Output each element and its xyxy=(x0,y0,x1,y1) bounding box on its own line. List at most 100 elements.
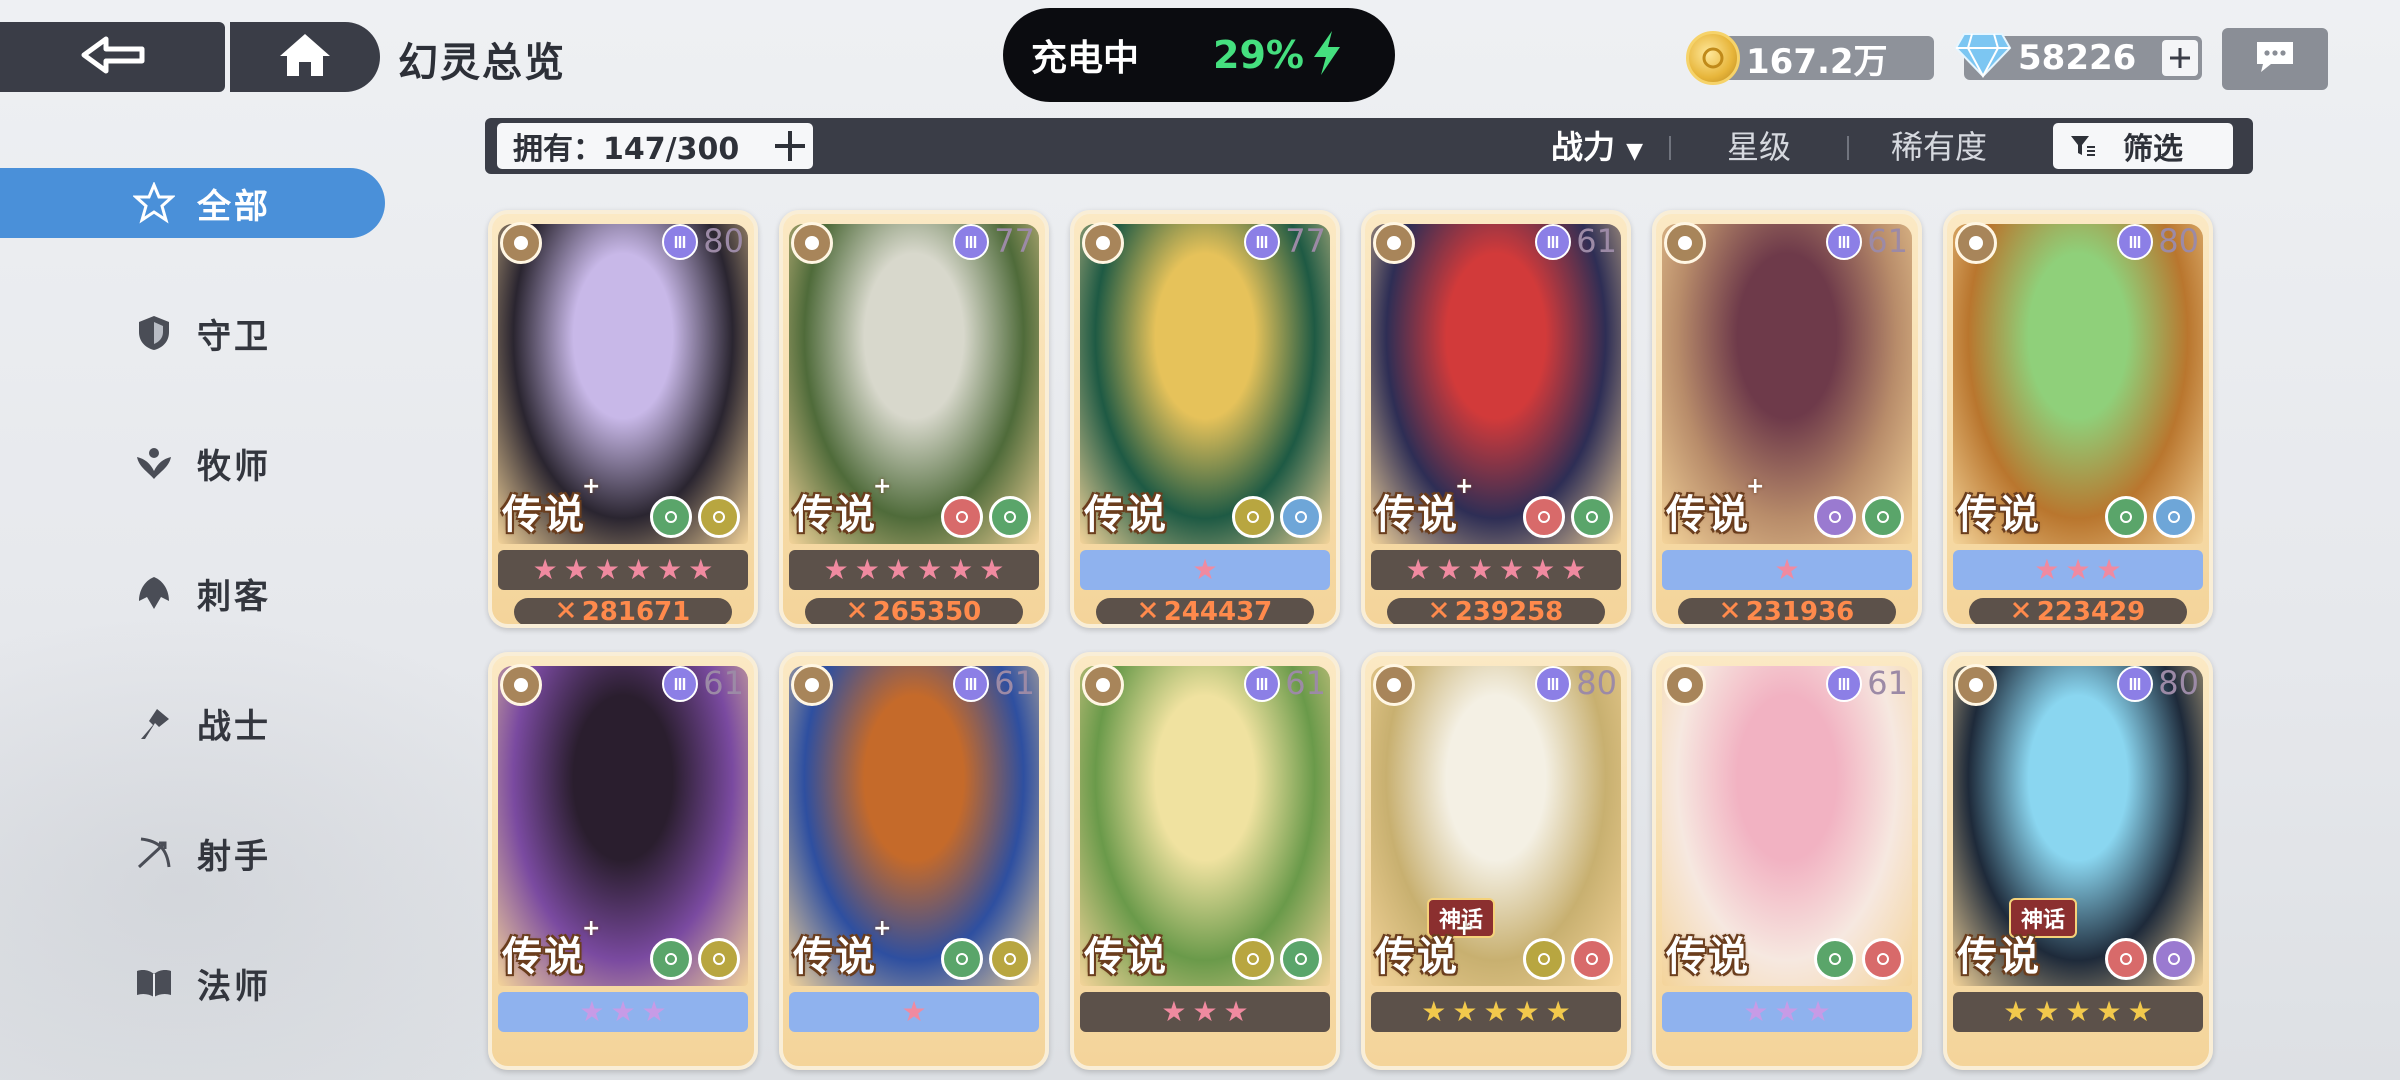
back-button[interactable] xyxy=(0,22,225,92)
leaf-element-icon xyxy=(1280,938,1322,980)
star-rating: ★ ★ ★ xyxy=(1080,992,1330,1032)
sidebar-item-label: 战士 xyxy=(197,706,271,747)
star-icon: ★ xyxy=(1421,995,1447,1028)
hero-card[interactable]: 77 传说 + ★ ★ ★ ★ ★ ★ 265350 xyxy=(779,210,1049,628)
sort-power-label: 战力 xyxy=(1551,128,1616,166)
awakening-level-icon xyxy=(1535,224,1571,260)
swirl-element-icon xyxy=(2105,938,2147,980)
hero-card[interactable]: 61 传说 + ★ ★ ★ xyxy=(488,652,758,1070)
rarity-plus: + xyxy=(873,474,892,499)
hero-level: 61 xyxy=(1576,222,1617,260)
sidebar-item-mage[interactable]: 法师 xyxy=(0,948,385,1018)
sidebar-item-label: 牧师 xyxy=(197,446,271,487)
star-icon: ★ xyxy=(1499,553,1525,586)
hero-card[interactable]: 80 神话 传说 + ★ ★ ★ ★ ★ xyxy=(1361,652,1631,1070)
hero-card[interactable]: 77 传说 ★ 244437 xyxy=(1070,210,1340,628)
hero-card[interactable]: 61 传说 + ★ xyxy=(779,652,1049,1070)
star-icon: ★ xyxy=(2003,995,2029,1028)
star-rating: ★ ★ ★ ★ ★ ★ xyxy=(789,550,1039,590)
star-icon: ★ xyxy=(1561,553,1587,586)
rarity-label: 传说 xyxy=(1084,492,1168,538)
star-icon: ★ xyxy=(2096,995,2122,1028)
gem-currency[interactable]: 58226 xyxy=(1954,32,2202,80)
star-icon: ★ xyxy=(1530,553,1556,586)
sidebar-item-label: 射手 xyxy=(197,836,271,877)
assassin-icon xyxy=(1664,222,1706,264)
home-button[interactable] xyxy=(230,22,380,92)
rarity-label: 传说 xyxy=(1375,934,1459,980)
page-title: 幻灵总览 xyxy=(398,40,566,86)
leaf-element-icon xyxy=(2105,496,2147,538)
star-icon: ★ xyxy=(1192,553,1218,586)
charging-label: 充电中 xyxy=(1031,38,1140,79)
star-icon: ★ xyxy=(917,553,943,586)
hero-level: 80 xyxy=(1576,664,1617,702)
sidebar-item-guard[interactable]: 守卫 xyxy=(0,298,385,368)
star-icon: ★ xyxy=(1774,553,1800,586)
divider xyxy=(1847,136,1849,160)
chat-bubble-icon xyxy=(2253,38,2297,80)
star-icon: ★ xyxy=(1192,995,1218,1028)
sort-by-rarity[interactable]: 稀有度 xyxy=(1891,122,1987,168)
shield-icon xyxy=(133,312,175,354)
combat-power: 281671 xyxy=(514,597,732,624)
priest-icon xyxy=(1082,664,1124,706)
rarity-plus: + xyxy=(873,916,892,941)
star-icon: ★ xyxy=(979,553,1005,586)
blue-gem-icon xyxy=(1954,30,2012,87)
combat-power: 244437 xyxy=(1096,597,1314,627)
swirl-element-icon xyxy=(1862,938,1904,980)
rarity-label: 传说 xyxy=(502,934,586,980)
book-icon xyxy=(1955,222,1997,264)
rarity-label: 传说 xyxy=(502,492,586,538)
hero-level: 80 xyxy=(2158,222,2199,260)
sidebar-item-warrior[interactable]: 战士 xyxy=(0,688,385,758)
hero-card[interactable]: 80 神话 传说 ★ ★ ★ ★ ★ xyxy=(1943,652,2213,1070)
owned-count-box[interactable]: 拥有：147/300 xyxy=(497,123,813,169)
star-icon: ★ xyxy=(2065,995,2091,1028)
frost-element-icon xyxy=(1280,496,1322,538)
rarity-label: 传说 xyxy=(1666,934,1750,980)
book-icon xyxy=(500,222,542,264)
sidebar-item-all[interactable]: 全部 xyxy=(0,168,385,238)
star-icon: ★ xyxy=(854,553,880,586)
star-icon: ★ xyxy=(657,553,683,586)
wing-element-icon xyxy=(698,938,740,980)
sort-by-star[interactable]: 星级 xyxy=(1727,122,1791,168)
star-icon: ★ xyxy=(610,995,636,1028)
hero-card[interactable]: 61 传说 ★ ★ ★ xyxy=(1652,652,1922,1070)
priest-icon xyxy=(1664,664,1706,706)
sidebar-item-priest[interactable]: 牧师 xyxy=(0,428,385,498)
warrior-icon xyxy=(1373,222,1415,264)
star-icon: ★ xyxy=(823,553,849,586)
combat-power-value: 244437 xyxy=(1163,597,1273,627)
filter-button[interactable]: 筛选 xyxy=(2053,123,2233,169)
sidebar-item-archer[interactable]: 射手 xyxy=(0,818,385,888)
wing-element-icon xyxy=(1523,938,1565,980)
hero-card[interactable]: 61 传说 + ★ 231936 xyxy=(1652,210,1922,628)
rarity-label: 传说 xyxy=(1375,492,1459,538)
star-icon: ★ xyxy=(1452,995,1478,1028)
gold-currency[interactable]: 167.2万 xyxy=(1686,31,1934,85)
star-icon: ★ xyxy=(1223,995,1249,1028)
sort-by-power[interactable]: 战力 ▼ xyxy=(1551,122,1643,168)
star-rating: ★ ★ ★ ★ ★ xyxy=(1953,992,2203,1032)
star-rating: ★ ★ ★ xyxy=(1662,992,1912,1032)
hero-card[interactable]: 80 传说 ★ ★ ★ 223429 xyxy=(1943,210,2213,628)
chat-button[interactable] xyxy=(2222,28,2328,90)
sidebar-item-assassin[interactable]: 刺客 xyxy=(0,558,385,628)
rarity-label: 传说 xyxy=(793,492,877,538)
hero-card[interactable]: 80 传说 + ★ ★ ★ ★ ★ ★ 281671 xyxy=(488,210,758,628)
expand-capacity-button[interactable] xyxy=(773,129,807,171)
awakening-level-icon xyxy=(953,666,989,702)
hero-card[interactable]: 61 传说 ★ ★ ★ xyxy=(1070,652,1340,1070)
leaf-element-icon xyxy=(1571,496,1613,538)
awakening-level-icon xyxy=(2117,666,2153,702)
swirl-element-icon xyxy=(1571,938,1613,980)
star-icon: ★ xyxy=(2034,995,2060,1028)
combat-power-value: 265350 xyxy=(872,597,982,627)
hero-card[interactable]: 61 传说 + ★ ★ ★ ★ ★ ★ 239258 xyxy=(1361,210,1631,628)
add-gems-button[interactable] xyxy=(2162,40,2198,76)
rarity-label: 传说 xyxy=(1666,492,1750,538)
star-rating: ★ xyxy=(1080,550,1330,590)
